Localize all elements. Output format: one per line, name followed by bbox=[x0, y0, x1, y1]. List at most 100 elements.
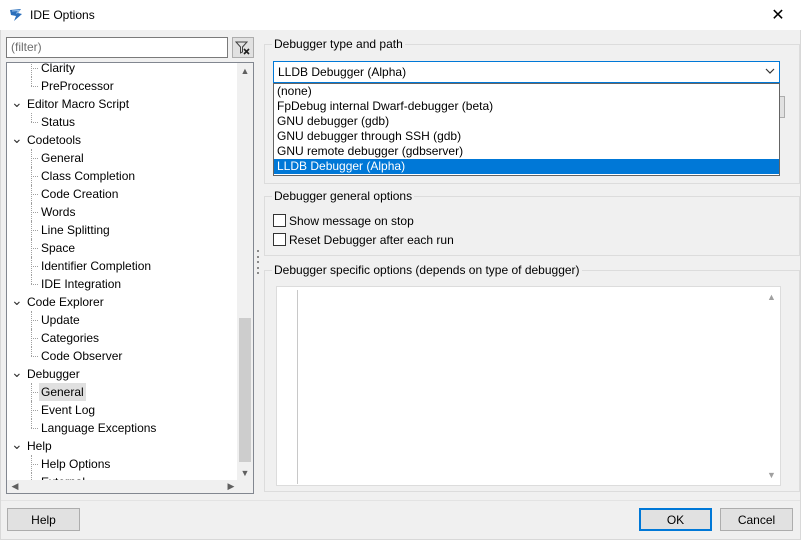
tree-connector bbox=[31, 68, 38, 69]
tree-item-label: Language Exceptions bbox=[41, 421, 157, 435]
tree-item-label: Clarity bbox=[41, 63, 76, 75]
tree-connector bbox=[31, 356, 38, 357]
tree-item[interactable]: Language Exceptions bbox=[7, 419, 239, 437]
tree-horizontal-scrollbar[interactable]: ◀ ▶ bbox=[7, 480, 239, 493]
reset-debugger-checkbox[interactable] bbox=[273, 233, 286, 246]
title-bar: IDE Options ✕ bbox=[0, 0, 801, 30]
tree-item[interactable]: Class Completion bbox=[7, 167, 239, 185]
tree-item[interactable]: Clarity bbox=[7, 63, 239, 77]
filter-input[interactable]: (filter) bbox=[6, 37, 228, 58]
tree-item-label: Class Completion bbox=[41, 169, 136, 183]
tree-item-label: Help Options bbox=[41, 457, 111, 471]
show-message-checkbox[interactable] bbox=[273, 214, 286, 227]
scroll-up-icon[interactable]: ▲ bbox=[237, 63, 253, 79]
tree-category[interactable]: ⌄ Code Explorer bbox=[7, 293, 239, 311]
show-message-label: Show message on stop bbox=[289, 213, 414, 228]
tree-connector bbox=[31, 392, 38, 393]
tree-item[interactable]: Event Log bbox=[7, 401, 239, 419]
chevron-down-icon bbox=[765, 68, 775, 74]
close-icon: ✕ bbox=[771, 7, 785, 24]
tree-item[interactable]: Identifier Completion bbox=[7, 257, 239, 275]
tree-connector bbox=[31, 284, 38, 285]
tree-item-label: Status bbox=[41, 115, 76, 129]
ok-button[interactable]: OK bbox=[639, 508, 712, 531]
tree-item[interactable]: Code Creation bbox=[7, 185, 239, 203]
properties-gutter bbox=[297, 290, 298, 484]
tree-item[interactable]: General bbox=[7, 383, 239, 401]
tree-connector bbox=[31, 212, 38, 213]
tree-item[interactable]: Categories bbox=[7, 329, 239, 347]
tree-category[interactable]: ⌄ Help bbox=[7, 437, 239, 455]
tree-connector bbox=[31, 464, 38, 465]
tree-connector bbox=[31, 266, 38, 267]
specific-options-group-title: Debugger specific options (depends on ty… bbox=[272, 263, 582, 277]
debugger-type-selected: LLDB Debugger (Alpha) bbox=[278, 65, 407, 79]
tree-category[interactable]: ⌄ Debugger bbox=[7, 365, 239, 383]
properties-scrollbar[interactable]: ▲ ▼ bbox=[763, 287, 780, 485]
expand-chevron-down-icon[interactable]: ⌄ bbox=[11, 293, 23, 307]
reset-debugger-option[interactable]: Reset Debugger after each run bbox=[273, 231, 454, 248]
debugger-type-dropdown[interactable]: (none) FpDebug internal Dwarf-debugger (b… bbox=[273, 83, 780, 176]
tree-connector bbox=[31, 383, 32, 401]
close-button[interactable]: ✕ bbox=[755, 0, 801, 30]
tree-connector bbox=[31, 275, 32, 284]
tree-item-label: Update bbox=[41, 313, 80, 327]
tree-connector bbox=[31, 419, 32, 428]
expand-chevron-down-icon[interactable]: ⌄ bbox=[11, 437, 23, 451]
tree-item[interactable]: Words bbox=[7, 203, 239, 221]
tree-connector bbox=[31, 338, 38, 339]
scroll-down-icon[interactable]: ▼ bbox=[763, 467, 780, 483]
tree-item[interactable]: General bbox=[7, 149, 239, 167]
debugger-type-option[interactable]: (none) bbox=[274, 84, 779, 99]
debugger-type-option[interactable]: GNU debugger (gdb) bbox=[274, 114, 779, 129]
cancel-button[interactable]: Cancel bbox=[720, 508, 793, 531]
tree-connector bbox=[31, 203, 32, 221]
scroll-left-icon[interactable]: ◀ bbox=[7, 480, 23, 493]
tree-connector bbox=[31, 185, 32, 203]
tree-connector bbox=[31, 122, 38, 123]
scrollbar-corner bbox=[237, 480, 253, 493]
tree-connector bbox=[31, 86, 38, 87]
tree-item[interactable]: Code Observer bbox=[7, 347, 239, 365]
debugger-type-option[interactable]: GNU remote debugger (gdbserver) bbox=[274, 144, 779, 159]
clear-filter-button[interactable] bbox=[232, 37, 254, 58]
tree-item[interactable]: Status bbox=[7, 113, 239, 131]
panel-splitter[interactable] bbox=[257, 250, 260, 274]
show-message-on-stop-option[interactable]: Show message on stop bbox=[273, 212, 414, 229]
tree-connector bbox=[31, 158, 38, 159]
window-title: IDE Options bbox=[30, 8, 95, 22]
tree-item-label: Line Splitting bbox=[41, 223, 110, 237]
tree-item[interactable]: IDE Integration bbox=[7, 275, 239, 293]
tree-item[interactable]: Space bbox=[7, 239, 239, 257]
tree-connector bbox=[31, 77, 32, 86]
debugger-type-select[interactable]: LLDB Debugger (Alpha) bbox=[273, 61, 780, 83]
tree-item[interactable]: Update bbox=[7, 311, 239, 329]
tree-connector bbox=[31, 63, 32, 77]
debugger-type-option[interactable]: FpDebug internal Dwarf-debugger (beta) bbox=[274, 99, 779, 114]
tree-category[interactable]: ⌄ Codetools bbox=[7, 131, 239, 149]
tree-scroll-thumb[interactable] bbox=[239, 318, 251, 462]
tree-item-label: Editor Macro Script bbox=[27, 97, 130, 111]
tree-item-label: Words bbox=[41, 205, 76, 219]
tree-item-label: Event Log bbox=[41, 403, 96, 417]
help-button[interactable]: Help bbox=[7, 508, 80, 531]
debugger-type-option[interactable]: LLDB Debugger (Alpha) bbox=[274, 159, 779, 174]
tree-item-label: General bbox=[41, 151, 84, 165]
expand-chevron-down-icon[interactable]: ⌄ bbox=[11, 95, 23, 109]
scroll-down-icon[interactable]: ▼ bbox=[237, 465, 253, 481]
debugger-properties-grid[interactable]: ▲ ▼ bbox=[276, 286, 781, 486]
tree-item[interactable]: Help Options bbox=[7, 455, 239, 473]
tree-item[interactable]: Line Splitting bbox=[7, 221, 239, 239]
tree-connector bbox=[31, 455, 32, 473]
tree-vertical-scrollbar[interactable]: ▲ ▼ bbox=[237, 63, 253, 481]
debugger-type-option[interactable]: GNU debugger through SSH (gdb) bbox=[274, 129, 779, 144]
general-options-group-title: Debugger general options bbox=[272, 189, 415, 203]
tree-item-label: Categories bbox=[41, 331, 100, 345]
expand-chevron-down-icon[interactable]: ⌄ bbox=[11, 365, 23, 379]
options-tree[interactable]: Clarity PreProcessor ⌄ Editor Macro Script S… bbox=[6, 62, 254, 494]
scroll-up-icon[interactable]: ▲ bbox=[763, 289, 780, 305]
tree-connector bbox=[31, 167, 32, 185]
tree-category[interactable]: ⌄ Editor Macro Script bbox=[7, 95, 239, 113]
tree-item[interactable]: PreProcessor bbox=[7, 77, 239, 95]
expand-chevron-down-icon[interactable]: ⌄ bbox=[11, 131, 23, 145]
